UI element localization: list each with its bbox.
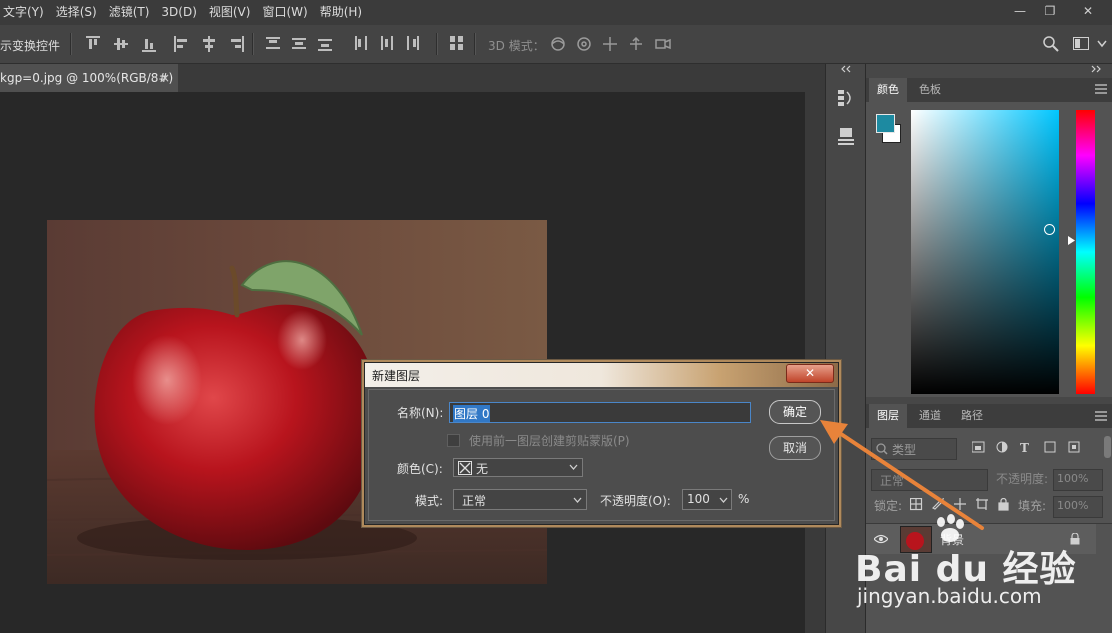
- menu-filter[interactable]: 滤镜(T): [106, 0, 153, 25]
- close-window-button[interactable]: ✕: [1068, 0, 1108, 22]
- divider: [436, 33, 438, 55]
- layer-name-selected-text: 图层 0: [453, 405, 491, 422]
- divider: [474, 33, 476, 55]
- 3d-pan-icon: [603, 37, 617, 51]
- panel-collapse-icon[interactable]: [1090, 64, 1102, 74]
- layers-menu-icon[interactable]: [1095, 411, 1107, 421]
- fill-value: 100%: [1057, 499, 1089, 512]
- 3d-orbit-icon: [551, 37, 565, 51]
- menu-3d[interactable]: 3D(D): [158, 0, 199, 25]
- 3d-scale-icon: [655, 38, 671, 50]
- filter-shape-icon: [1044, 441, 1056, 453]
- align-hcenter-icon: [203, 36, 215, 52]
- align-top-icon: [86, 36, 100, 49]
- align-left-icon: [174, 36, 187, 52]
- opacity-value: 100: [687, 492, 710, 506]
- history-icon[interactable]: [837, 88, 855, 108]
- dialog-close-button[interactable]: ✕: [786, 364, 834, 383]
- color-label: 颜色(C):: [397, 462, 443, 476]
- chevron-down-icon[interactable]: [719, 497, 728, 503]
- align-icons-group: [86, 36, 244, 52]
- tab-color[interactable]: 颜色: [869, 78, 907, 102]
- mode-value: 正常: [462, 494, 487, 508]
- dialog-title: 新建图层: [372, 369, 421, 383]
- dialog-body: 名称(N): 图层 0 确定 使用前一图层创建剪贴蒙版(P) 取消 颜色(C):…: [368, 389, 835, 521]
- hue-slider-arrow-icon[interactable]: [1068, 236, 1075, 245]
- no-color-swatch-icon: [458, 461, 472, 475]
- color-field[interactable]: [911, 110, 1059, 394]
- auto-align-icon[interactable]: [450, 36, 464, 52]
- document-tab[interactable]: kgp=0.jpg @ 100%(RGB/8#) ×: [0, 64, 178, 92]
- clip-mask-label: 使用前一图层创建剪贴蒙版(P): [469, 434, 630, 448]
- annotation-arrow: [820, 420, 984, 530]
- properties-icon[interactable]: [837, 126, 855, 146]
- distribute-hcenter-icon: [381, 36, 393, 50]
- layer-opacity-field[interactable]: 100%: [1053, 469, 1103, 491]
- collapse-arrows-icon[interactable]: [840, 64, 852, 74]
- search-icon[interactable]: [1043, 36, 1059, 52]
- layer-opacity-value: 100%: [1057, 472, 1089, 485]
- menu-select[interactable]: 选择(S): [53, 0, 100, 25]
- tab-swatches[interactable]: 色板: [911, 78, 949, 102]
- menu-type[interactable]: 文字(Y): [0, 0, 47, 25]
- color-picker-handle[interactable]: [1044, 224, 1055, 235]
- divider: [70, 33, 72, 55]
- divider: [252, 33, 254, 55]
- chevron-down-icon[interactable]: [1097, 40, 1107, 48]
- menu-window[interactable]: 窗口(W): [259, 0, 310, 25]
- distribute-bottom-icon: [318, 39, 332, 51]
- distribute-icons-group: [266, 36, 419, 51]
- filter-smart-icon: [1068, 441, 1080, 453]
- watermark-url: jingyan.baidu.com: [857, 584, 1042, 608]
- distribute-top-icon: [266, 37, 280, 49]
- align-right-icon: [231, 36, 244, 52]
- 3d-mode-label: 3D 模式：: [488, 39, 545, 53]
- menu-list: 文字(Y) 选择(S) 滤镜(T) 3D(D) 视图(V) 窗口(W) 帮助(H): [0, 0, 371, 25]
- chevron-down-icon: [573, 497, 582, 503]
- options-bar: 示变换控件 3D 模式：: [0, 25, 1112, 64]
- color-select[interactable]: 无: [453, 458, 583, 477]
- align-bottom-icon: [142, 39, 156, 52]
- distribute-right-icon: [407, 36, 419, 50]
- fill-field[interactable]: 100%: [1053, 496, 1103, 518]
- opacity-field[interactable]: 100: [682, 489, 732, 510]
- document-tab-title: kgp=0.jpg @ 100%(RGB/8#): [0, 71, 174, 85]
- 3d-slide-icon: [630, 36, 642, 50]
- close-tab-icon[interactable]: ×: [160, 64, 170, 92]
- fill-label: 填充:: [1018, 499, 1047, 513]
- chevron-down-icon: [569, 464, 578, 470]
- workspace-icon[interactable]: [1073, 37, 1089, 51]
- menu-bar: 文字(Y) 选择(S) 滤镜(T) 3D(D) 视图(V) 窗口(W) 帮助(H) — ❐ …: [0, 0, 1112, 25]
- mode-label: 模式:: [415, 494, 444, 508]
- layer-name-input[interactable]: 图层 0: [449, 402, 751, 423]
- dialog-titlebar[interactable]: 新建图层 ✕: [365, 363, 838, 387]
- hue-slider[interactable]: [1076, 110, 1095, 394]
- restore-button[interactable]: ❐: [1035, 0, 1065, 22]
- menu-view[interactable]: 视图(V): [206, 0, 254, 25]
- panel-menu-icon[interactable]: [1095, 84, 1107, 94]
- clip-mask-checkbox[interactable]: [447, 434, 460, 447]
- minimize-button[interactable]: —: [1005, 0, 1035, 22]
- opacity-label: 不透明度(O):: [600, 494, 671, 508]
- transform-controls-label[interactable]: 示变换控件: [0, 37, 60, 54]
- opacity-unit: %: [738, 492, 750, 506]
- mode-select[interactable]: 正常: [453, 489, 587, 510]
- 3d-tools-group: [551, 36, 671, 51]
- menu-help[interactable]: 帮助(H): [317, 0, 365, 25]
- baidu-watermark: Bai du 经验 jingyan.baidu.com: [855, 514, 1105, 610]
- distribute-left-icon: [355, 36, 367, 50]
- align-vcenter-icon: [114, 38, 128, 50]
- close-icon: ✕: [804, 366, 816, 380]
- foreground-color-swatch[interactable]: [876, 114, 895, 133]
- name-label: 名称(N):: [397, 406, 444, 420]
- distribute-vcenter-icon: [292, 38, 306, 49]
- filter-type-icon: T: [1020, 441, 1029, 455]
- new-layer-dialog: 新建图层 ✕ 名称(N): 图层 0 确定 使用前一图层创建剪贴蒙版(P) 取消…: [364, 362, 839, 525]
- filter-toggle[interactable]: [1104, 436, 1111, 458]
- 3d-roll-icon: [577, 37, 591, 51]
- color-value: 无: [476, 462, 489, 476]
